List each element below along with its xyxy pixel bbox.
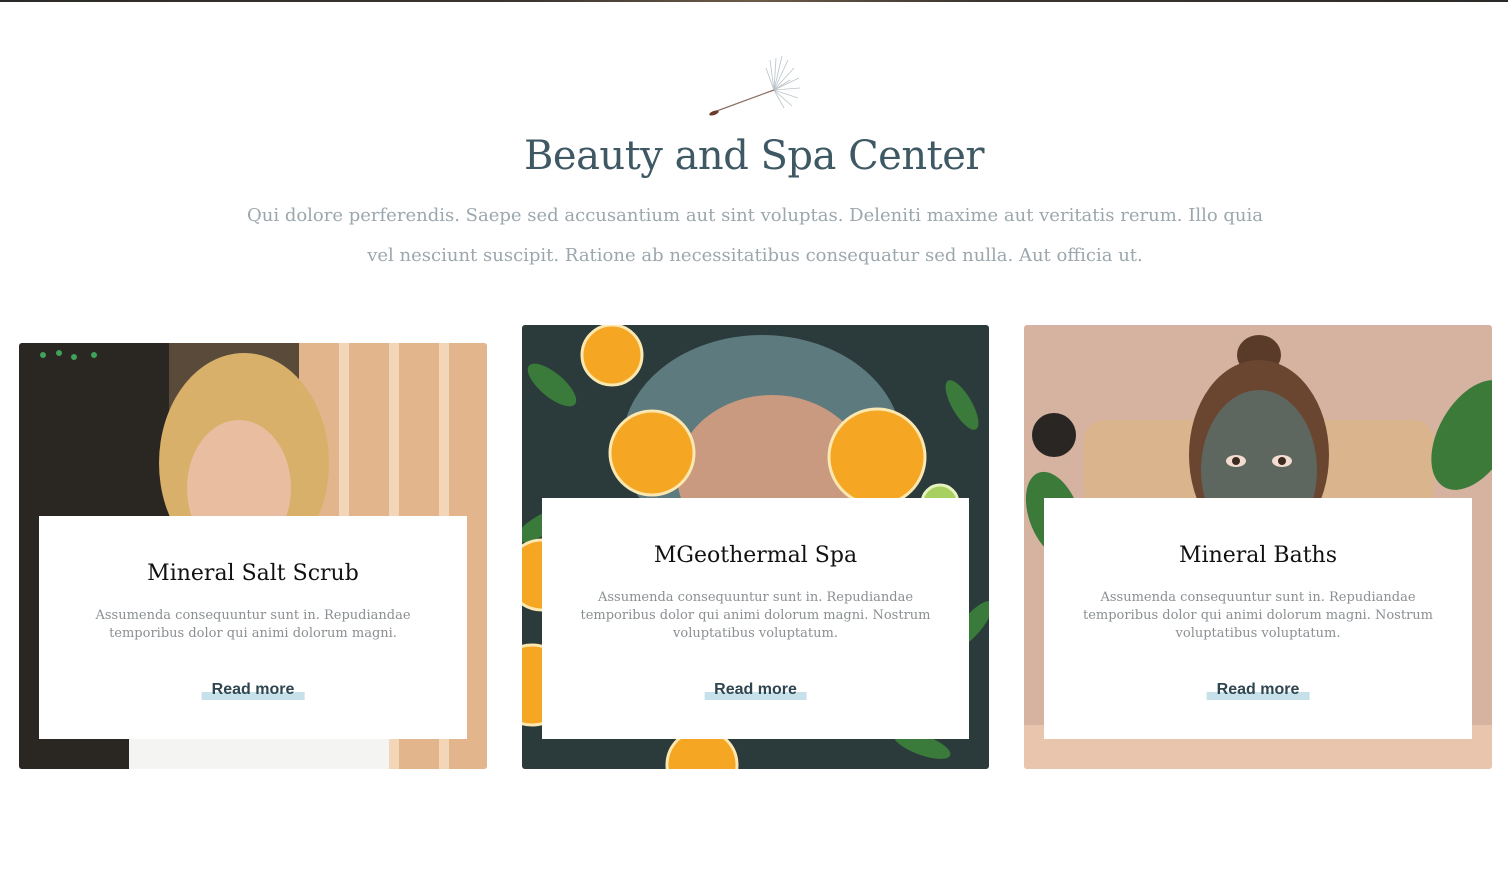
read-more-link[interactable]: Read more <box>704 680 807 700</box>
card-content: MGeothermal Spa Assumenda consequuntur s… <box>542 498 969 739</box>
card-title: Mineral Salt Scrub <box>147 561 359 586</box>
read-more-link[interactable]: Read more <box>1206 680 1310 700</box>
service-card: MGeothermal Spa Assumenda consequuntur s… <box>522 325 989 769</box>
card-title: MGeothermal Spa <box>653 543 858 568</box>
dandelion-seed-icon <box>709 55 801 116</box>
card-content: Mineral Salt Scrub Assumenda consequuntu… <box>39 516 467 739</box>
read-more-link[interactable]: Read more <box>201 680 305 700</box>
section-title: Beauty and Spa Center <box>524 133 984 179</box>
top-image-strip <box>0 0 1508 2</box>
card-content: Mineral Baths Assumenda consequuntur sun… <box>1044 498 1472 739</box>
section-intro: Qui dolore perferendis. Saepe sed accusa… <box>246 205 1263 266</box>
card-description: Assumenda consequuntur sunt in. Repudian… <box>95 608 411 641</box>
service-card: Mineral Salt Scrub Assumenda consequuntu… <box>19 343 487 769</box>
card-description: Assumenda consequuntur sunt in. Repudian… <box>580 590 931 641</box>
service-card: Mineral Baths Assumenda consequuntur sun… <box>1024 325 1492 769</box>
card-description: Assumenda consequuntur sunt in. Repudian… <box>1082 590 1433 641</box>
card-title: Mineral Baths <box>1179 543 1337 568</box>
